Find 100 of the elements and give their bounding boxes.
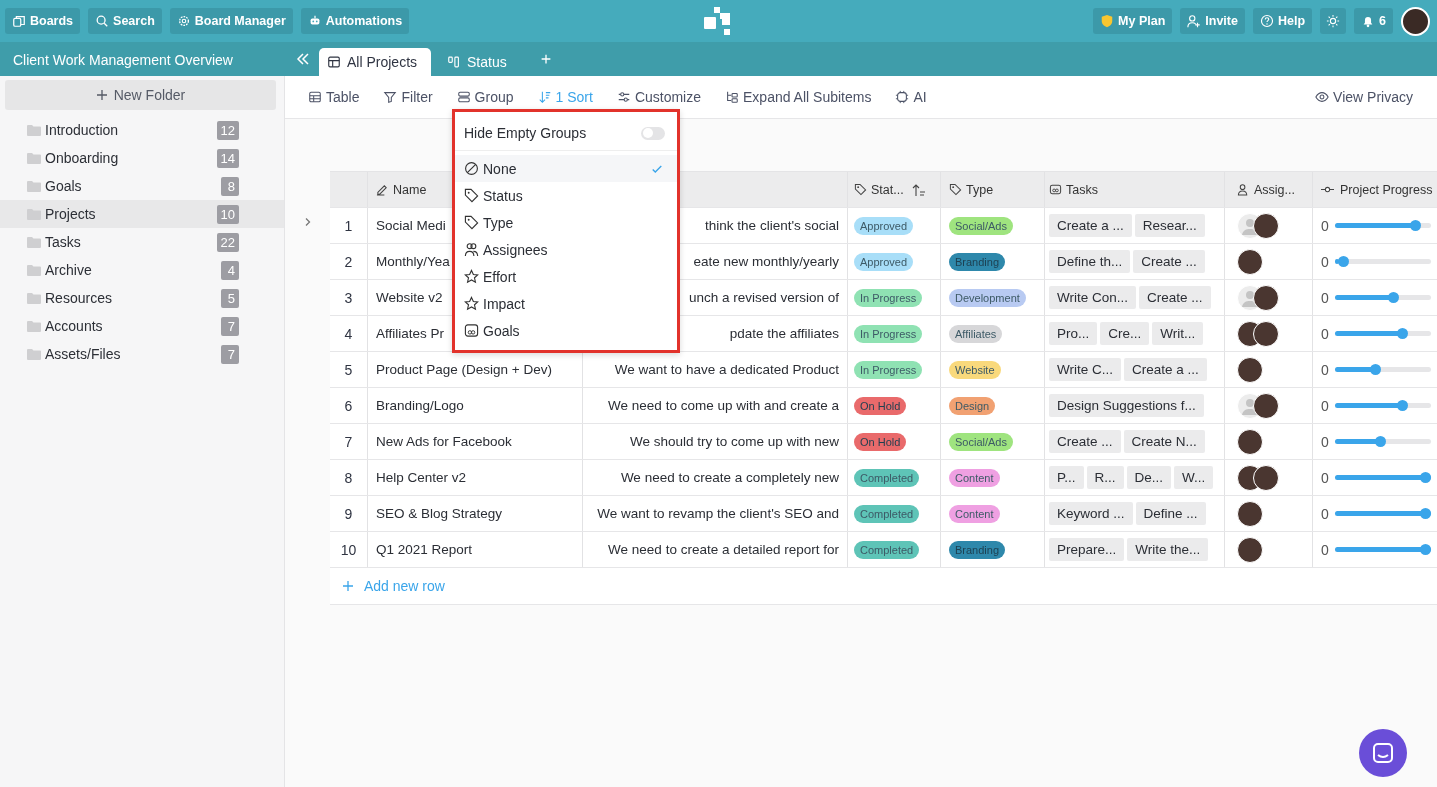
user-avatar[interactable]	[1401, 6, 1430, 36]
avatar-photo	[1253, 392, 1279, 419]
folder-item[interactable]: Goals 8	[0, 172, 284, 200]
toggle-switch[interactable]	[641, 126, 665, 140]
task-chip[interactable]: Resear...	[1134, 214, 1205, 237]
slider-thumb[interactable]	[1410, 220, 1422, 231]
progress-slider[interactable]	[1334, 292, 1431, 303]
slider-thumb[interactable]	[1374, 436, 1386, 447]
toolbar-button[interactable]: Customize	[616, 89, 701, 105]
slider-thumb[interactable]	[1419, 544, 1431, 555]
theme-button[interactable]	[1320, 8, 1347, 34]
toolbar-button[interactable]: AI	[895, 89, 927, 105]
folder-label: Projects	[45, 206, 97, 222]
menu-option[interactable]: Goals	[455, 317, 677, 344]
row-number: 2	[330, 244, 368, 279]
column-header[interactable]: Assig...	[1225, 172, 1313, 207]
folder-item[interactable]: Projects 10	[0, 200, 284, 228]
progress-slider[interactable]	[1334, 220, 1431, 231]
table-cell: We want to revamp the client's SEO and	[597, 506, 839, 521]
task-chip[interactable]: Design Suggestions f...	[1049, 394, 1204, 417]
progress-slider[interactable]	[1334, 328, 1431, 339]
task-chip[interactable]: Cre...	[1100, 322, 1150, 345]
menu-option[interactable]: Type	[455, 209, 677, 236]
task-chip[interactable]: Writ...	[1152, 322, 1204, 345]
sun-icon	[1326, 14, 1341, 28]
slider-thumb[interactable]	[1419, 508, 1431, 519]
task-chip[interactable]: Create N...	[1123, 430, 1205, 453]
collapse-icon[interactable]	[295, 51, 311, 67]
table-cell: SEO & Blog Strategy	[376, 506, 503, 521]
menu-option[interactable]: Effort	[455, 263, 677, 290]
view-privacy-button[interactable]: View Privacy	[1315, 89, 1413, 105]
task-chip[interactable]: P...	[1049, 466, 1084, 489]
menu-option[interactable]: Assignees	[455, 236, 677, 263]
task-chip[interactable]: W...	[1174, 466, 1214, 489]
new-folder-button[interactable]: New Folder	[5, 80, 276, 110]
task-chip[interactable]: Define ...	[1135, 502, 1206, 525]
table-cell: We want to have a dedicated Product	[614, 362, 839, 377]
task-chip[interactable]: Create ...	[1139, 286, 1211, 309]
task-chip[interactable]: De...	[1126, 466, 1172, 489]
menu-option[interactable]: Status	[455, 182, 677, 209]
column-header[interactable]: Stat...	[848, 172, 941, 207]
table-cell: Product Page (Design + Dev)	[376, 362, 552, 377]
task-chip[interactable]: Pro...	[1049, 322, 1098, 345]
task-chip[interactable]: Create a ...	[1124, 358, 1207, 381]
board-title: Client Work Management Overview	[12, 51, 234, 70]
task-chip[interactable]: Write the...	[1127, 538, 1209, 561]
task-chip[interactable]: Create a ...	[1049, 214, 1132, 237]
task-chip[interactable]: Create ...	[1133, 250, 1205, 273]
slider-thumb[interactable]	[1419, 472, 1431, 483]
eye-icon	[1315, 90, 1330, 104]
progress-slider[interactable]	[1334, 256, 1431, 267]
menu-option[interactable]: None	[455, 155, 677, 182]
toolbar-button[interactable]: Group	[456, 89, 514, 105]
column-header[interactable]: Tasks	[1045, 172, 1225, 207]
task-chip[interactable]: Write Con...	[1049, 286, 1137, 309]
column-header[interactable]: Project Progress	[1313, 172, 1437, 207]
toolbar-button[interactable]: Expand All Subitems	[725, 89, 872, 105]
slider-thumb[interactable]	[1396, 400, 1408, 411]
menu-option[interactable]: Impact	[455, 290, 677, 317]
tag-icon	[464, 215, 479, 230]
folder-icon	[27, 236, 41, 248]
view-tab[interactable]: All Projects	[319, 48, 432, 76]
toolbar-button[interactable]: Filter	[383, 89, 433, 105]
task-chip[interactable]: Define th...	[1049, 250, 1131, 273]
toolbar-button[interactable]: Table	[308, 89, 360, 105]
avatar-photo	[1253, 284, 1279, 311]
folder-item[interactable]: Archive 4	[0, 256, 284, 284]
sort-ascending-icon[interactable]	[911, 182, 926, 197]
shield-icon	[1100, 14, 1115, 28]
folder-label: Goals	[45, 178, 83, 194]
slider-thumb[interactable]	[1370, 364, 1382, 375]
folder-icon	[27, 208, 41, 220]
expand-icon	[725, 90, 739, 104]
folder-item[interactable]: Introduction 12	[0, 116, 284, 144]
table-cell: Affiliates Pr	[376, 326, 445, 341]
slider-thumb[interactable]	[1338, 256, 1350, 267]
progress-value: 0	[1321, 433, 1329, 450]
progress-slider[interactable]	[1334, 436, 1431, 447]
avatar-photo	[1253, 464, 1279, 491]
folder-item[interactable]: Onboarding 14	[0, 144, 284, 172]
column-header[interactable]: Type	[941, 172, 1045, 207]
progress-slider[interactable]	[1334, 364, 1431, 375]
task-chip[interactable]: Write C...	[1049, 358, 1121, 381]
task-chip[interactable]: R...	[1086, 466, 1124, 489]
folder-item[interactable]: Accounts 7	[0, 312, 284, 340]
folder-item[interactable]: Tasks 22	[0, 228, 284, 256]
slider-thumb[interactable]	[1396, 328, 1408, 339]
avatar-photo	[1253, 212, 1279, 239]
task-chip[interactable]: Create ...	[1049, 430, 1121, 453]
folder-item[interactable]: Resources 5	[0, 284, 284, 312]
star-icon	[464, 269, 479, 284]
folder-label: Introduction	[45, 122, 120, 138]
slider-thumb[interactable]	[1388, 292, 1400, 303]
task-chip[interactable]: Prepare...	[1049, 538, 1125, 561]
progress-slider[interactable]	[1334, 400, 1431, 411]
add-user-icon	[1187, 14, 1202, 28]
folder-item[interactable]: Assets/Files 7	[0, 340, 284, 368]
boards-icon	[12, 14, 26, 28]
chat-icon	[1371, 741, 1395, 765]
task-chip[interactable]: Keyword ...	[1049, 502, 1133, 525]
